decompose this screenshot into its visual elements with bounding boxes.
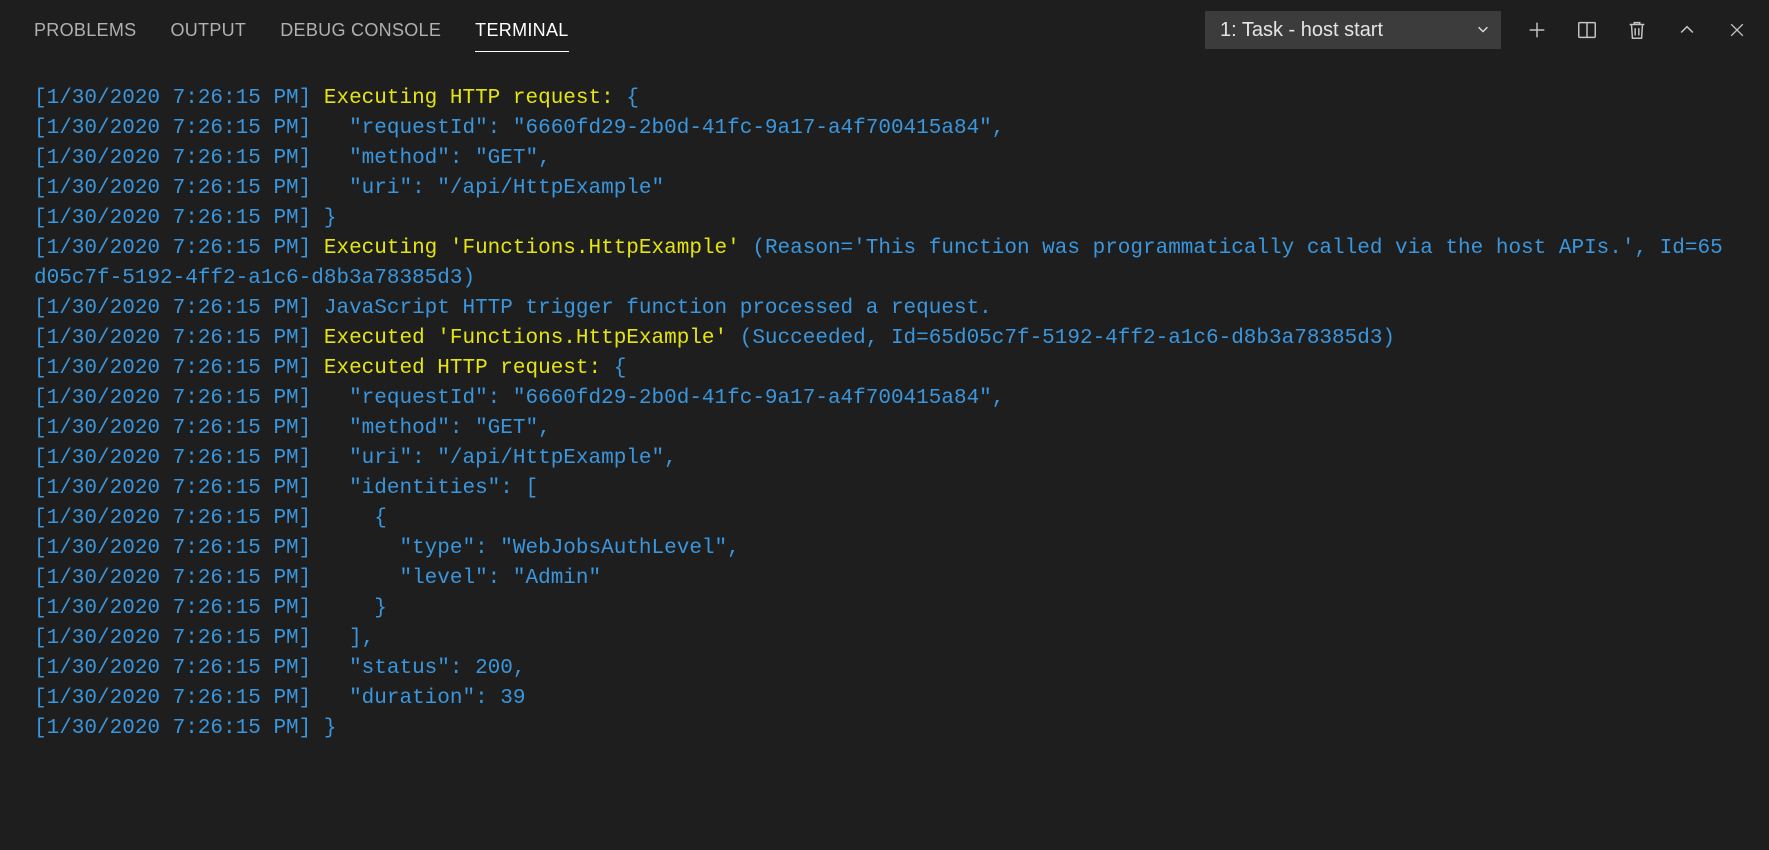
panel-actions: 1: Task - host start	[1205, 11, 1751, 49]
panel-tabs: PROBLEMS OUTPUT DEBUG CONSOLE TERMINAL	[34, 0, 569, 60]
tab-problems[interactable]: PROBLEMS	[34, 0, 136, 60]
terminal-select-value: 1: Task - host start	[1220, 19, 1383, 42]
split-terminal-button[interactable]	[1573, 16, 1601, 44]
close-panel-button[interactable]	[1723, 16, 1751, 44]
terminal-output[interactable]: [1/30/2020 7:26:15 PM] Executing HTTP re…	[0, 60, 1769, 744]
new-terminal-button[interactable]	[1523, 16, 1551, 44]
tab-debug-console[interactable]: DEBUG CONSOLE	[280, 0, 441, 60]
kill-terminal-button[interactable]	[1623, 16, 1651, 44]
tab-terminal[interactable]: TERMINAL	[475, 0, 568, 60]
tab-output[interactable]: OUTPUT	[170, 0, 246, 60]
chevron-down-icon	[1476, 19, 1490, 42]
maximize-panel-button[interactable]	[1673, 16, 1701, 44]
panel-header: PROBLEMS OUTPUT DEBUG CONSOLE TERMINAL 1…	[0, 0, 1769, 60]
terminal-select-dropdown[interactable]: 1: Task - host start	[1205, 11, 1501, 49]
